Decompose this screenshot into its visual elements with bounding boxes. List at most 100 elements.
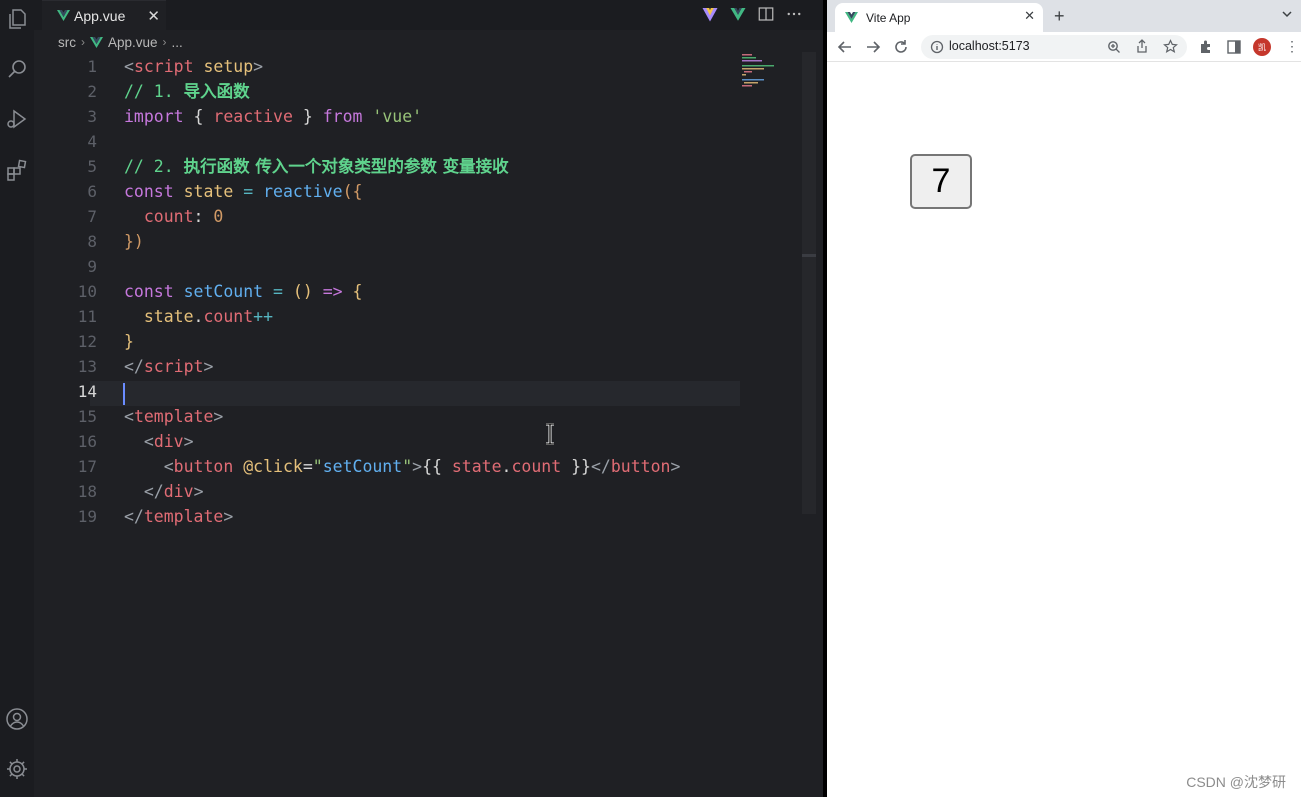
code-token: => [312, 282, 353, 301]
browser-tab-vite-app[interactable]: Vite App ✕ [835, 3, 1043, 32]
code-text[interactable]: }) [124, 229, 144, 254]
profile-avatar[interactable]: 凯 [1253, 38, 1271, 56]
code-line[interactable]: 16 <div> [34, 429, 740, 454]
code-line[interactable]: 3 import { reactive } from 'vue' [34, 104, 740, 129]
editor-scrollbar[interactable] [802, 52, 816, 514]
code-line[interactable]: 5 // 2. 执行函数 传入一个对象类型的参数 变量接收 [34, 154, 740, 179]
code-text[interactable]: count: 0 [124, 204, 224, 229]
code-text[interactable]: // 2. 执行函数 传入一个对象类型的参数 变量接收 [124, 154, 509, 179]
tab-app-vue[interactable]: App.vue ✕ [42, 0, 166, 30]
code-text[interactable]: const state = reactive({ [124, 179, 362, 204]
code-line[interactable]: 19 </template> [34, 504, 740, 529]
new-tab-button[interactable]: + [1054, 6, 1065, 27]
settings-gear-icon[interactable] [4, 756, 30, 782]
code-area[interactable]: 1 <script setup> 2// 1. 导入函数 3 import { reac… [34, 54, 740, 554]
line-number: 9 [87, 257, 97, 276]
code-text[interactable]: import { reactive } from 'vue' [124, 104, 422, 129]
code-token: > [213, 407, 224, 426]
code-token: template [143, 507, 224, 526]
browser-menu-icon[interactable]: ⋮ [1285, 38, 1299, 55]
more-actions-icon[interactable] [785, 5, 803, 23]
code-token: reactive [263, 182, 343, 201]
explorer-icon[interactable] [4, 6, 30, 32]
code-token: " [312, 457, 323, 476]
code-line[interactable]: 10 const setCount = () => { [34, 279, 740, 304]
zoom-icon[interactable] [1107, 40, 1121, 54]
reload-icon[interactable] [892, 38, 910, 56]
code-token: : [193, 207, 214, 226]
browser-tab-title: Vite App [866, 10, 911, 25]
back-arrow-icon[interactable] [836, 38, 854, 56]
browser-tab-close-icon[interactable]: ✕ [1024, 9, 1035, 24]
watermark: CSDN @沈梦研 [1186, 774, 1286, 790]
address-bar[interactable]: localhost:5173 [921, 35, 1187, 59]
activity-bar [0, 0, 34, 797]
breadcrumb-more[interactable]: ... [172, 35, 183, 50]
code-token: reactive [213, 107, 293, 126]
code-line[interactable]: 6 const state = reactive({ [34, 179, 740, 204]
breadcrumb-file[interactable]: App.vue [108, 35, 158, 50]
extensions-puzzle-icon[interactable] [1197, 38, 1215, 56]
code-line[interactable]: 7 count: 0 [34, 204, 740, 229]
code-token: 执行函数 传入一个对象类型的参数 变量接收 [183, 157, 509, 176]
share-icon[interactable] [1135, 39, 1149, 54]
code-text[interactable]: <script setup> [124, 54, 263, 79]
code-token: } [124, 332, 134, 351]
count-button[interactable]: 7 [910, 154, 972, 209]
split-editor-icon[interactable] [757, 5, 775, 23]
code-text[interactable]: </template> [124, 504, 233, 529]
tab-close-icon[interactable]: ✕ [147, 7, 160, 25]
code-token: count [124, 207, 194, 226]
code-text[interactable]: } [124, 329, 134, 354]
code-token: setup [193, 57, 254, 76]
code-token: div [153, 432, 184, 451]
code-text[interactable]: <div> [124, 429, 194, 454]
code-line[interactable]: 1 <script setup> [34, 54, 740, 79]
code-token: </ [124, 357, 144, 376]
line-number: 16 [77, 432, 97, 451]
code-line[interactable]: 2 // 1. 导入函数 [34, 79, 740, 104]
code-token: script [133, 57, 194, 76]
code-line[interactable]: 13 </script> [34, 354, 740, 379]
vue-preview-icon[interactable] [729, 5, 747, 23]
code-token: < [124, 457, 174, 476]
line-number: 1 [87, 57, 97, 76]
account-icon[interactable] [4, 706, 30, 732]
code-text[interactable]: state.count++ [124, 304, 273, 329]
bookmark-star-icon[interactable] [1163, 39, 1178, 54]
code-token: 0 [213, 207, 224, 226]
code-token: { [183, 107, 214, 126]
code-token: button [610, 457, 671, 476]
side-panel-icon[interactable] [1225, 38, 1243, 56]
extensions-icon[interactable] [4, 157, 30, 183]
code-line[interactable]: 4 [34, 129, 740, 154]
code-text[interactable]: const setCount = () => { [124, 279, 362, 304]
vue-devtools-icon[interactable] [701, 5, 719, 23]
line-number: 8 [87, 232, 97, 251]
code-line[interactable]: 18 </div> [34, 479, 740, 504]
run-debug-icon[interactable] [4, 106, 30, 132]
code-line[interactable]: 8}) [34, 229, 740, 254]
code-text[interactable]: </div> [124, 479, 204, 504]
code-token: = [233, 182, 264, 201]
breadcrumb-folder[interactable]: src [58, 35, 76, 50]
code-line[interactable]: 17 <button @click="setCount">{{ state.co… [34, 454, 740, 479]
chevron-down-icon[interactable] [1281, 8, 1293, 20]
site-info-icon[interactable] [930, 40, 944, 54]
url-text[interactable]: localhost:5173 [949, 39, 1030, 53]
minimap[interactable] [740, 52, 800, 92]
line-number: 3 [87, 107, 97, 126]
search-icon[interactable] [4, 56, 30, 82]
code-line[interactable]: 11 state.count++ [34, 304, 740, 329]
code-text[interactable]: // 1. 导入函数 [124, 79, 250, 104]
line-number: 14 [77, 382, 97, 401]
code-text[interactable]: <button @click="setCount">{{ state.count… [124, 454, 681, 479]
code-line[interactable]: 9 [34, 254, 740, 279]
code-line[interactable]: 14 [34, 379, 740, 404]
code-line[interactable]: 15 <template> [34, 404, 740, 429]
editor-tab-bar: App.vue ✕ [34, 0, 823, 30]
forward-arrow-icon[interactable] [864, 38, 882, 56]
code-text[interactable]: <template> [124, 404, 223, 429]
code-line[interactable]: 12} [34, 329, 740, 354]
code-text[interactable]: </script> [124, 354, 213, 379]
